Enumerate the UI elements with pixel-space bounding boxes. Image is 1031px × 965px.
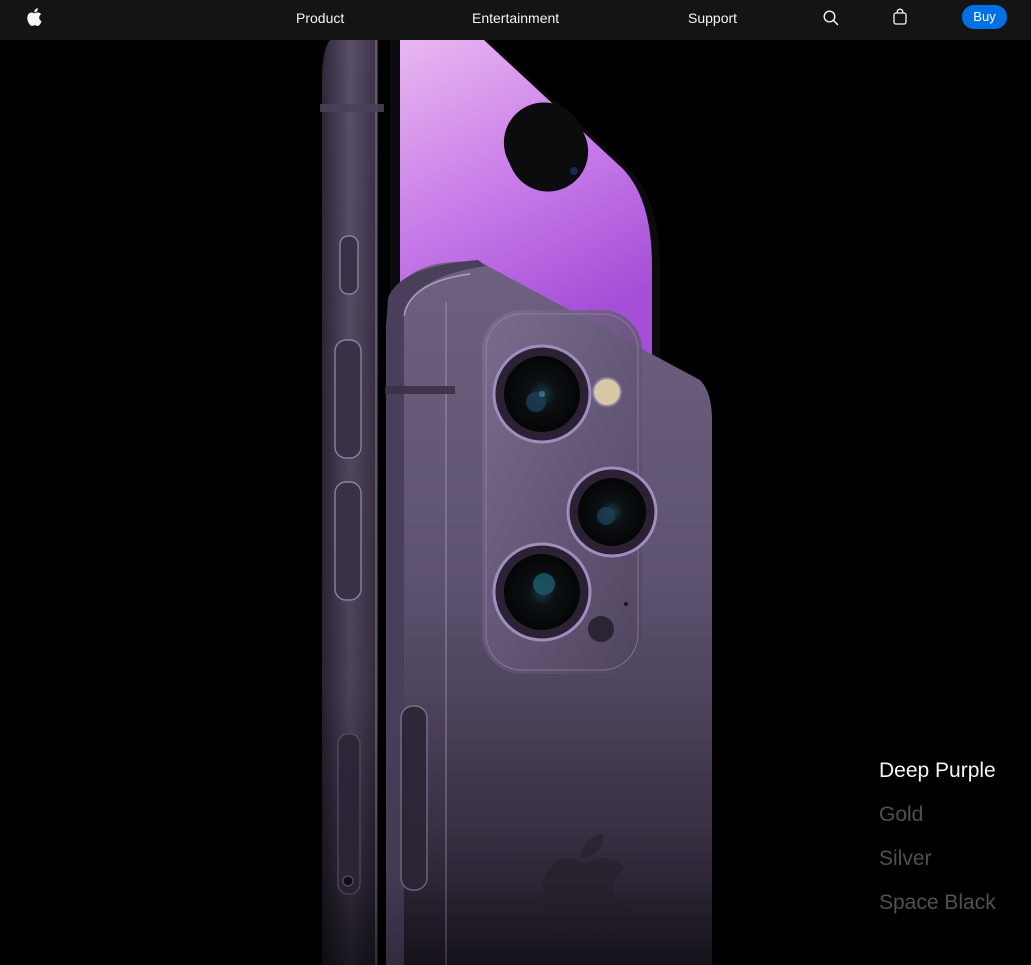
color-option-space-black[interactable]: Space Black <box>879 890 1029 916</box>
color-option-deep-purple[interactable]: Deep Purple <box>879 758 1029 784</box>
nav-link-entertainment[interactable]: Entertainment <box>472 10 559 26</box>
buy-button[interactable]: Buy <box>962 5 1007 29</box>
color-option-silver[interactable]: Silver <box>879 846 1029 872</box>
nav-link-product[interactable]: Product <box>296 10 344 26</box>
search-icon[interactable] <box>822 9 840 27</box>
hero-product-image <box>0 40 1031 965</box>
color-selector: Deep Purple Gold Silver Space Black <box>879 758 1029 934</box>
nav-link-support[interactable]: Support <box>688 10 737 26</box>
color-option-gold[interactable]: Gold <box>879 802 1029 828</box>
global-nav: Product Entertainment Support Buy <box>0 0 1031 40</box>
shopping-bag-icon[interactable] <box>892 8 908 26</box>
apple-logo-icon[interactable] <box>26 7 42 27</box>
product-page: Product Entertainment Support Buy Deep P… <box>0 0 1031 965</box>
iphone-illustration <box>300 40 740 965</box>
